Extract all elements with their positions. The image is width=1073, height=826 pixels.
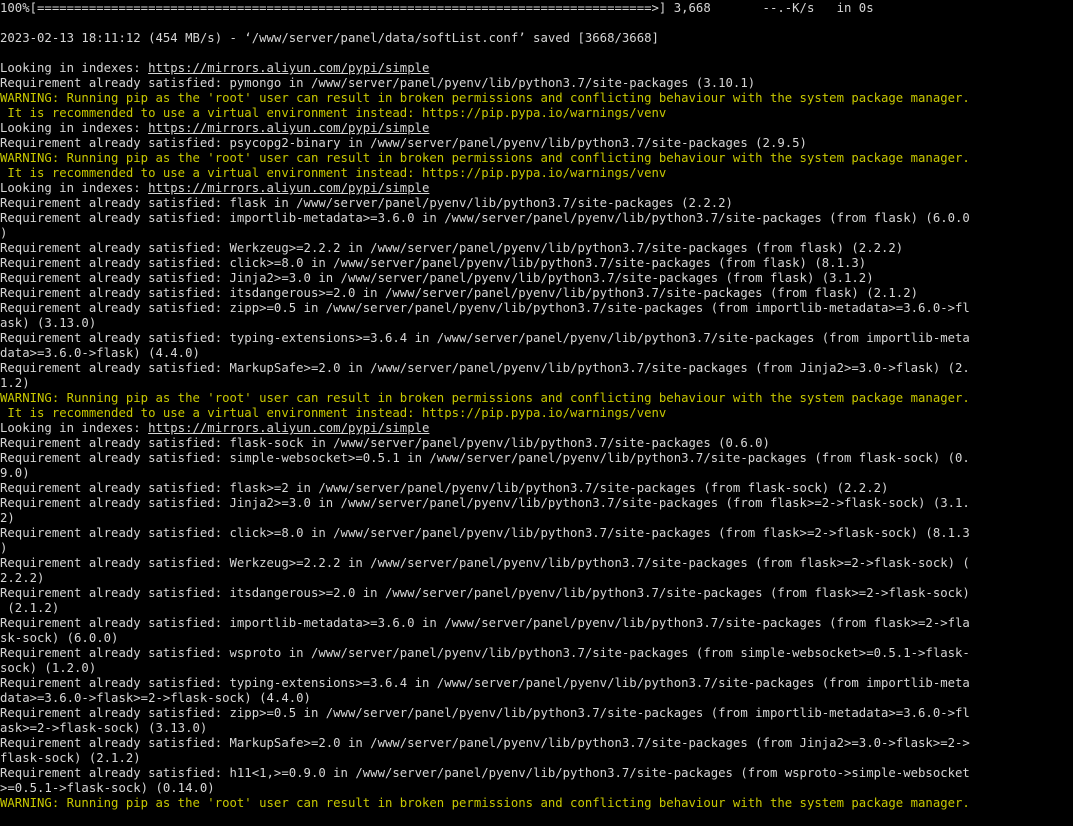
output-line: Requirement already satisfied: Jinja2>=3…	[0, 271, 874, 285]
output-line: (2.1.2)	[0, 601, 60, 615]
pip-warning-line: It is recommended to use a virtual envir…	[0, 406, 667, 420]
index-label: Looking in indexes:	[0, 421, 149, 435]
output-line: Requirement already satisfied: h11<1,>=0…	[0, 766, 970, 780]
index-url-line: Looking in indexes: https://mirrors.aliy…	[0, 61, 1073, 76]
output-line: Requirement already satisfied: importlib…	[0, 616, 970, 630]
output-line: Requirement already satisfied: wsproto i…	[0, 646, 970, 660]
pip-warning-line: WARNING: Running pip as the 'root' user …	[0, 796, 970, 810]
output-line: Requirement already satisfied: typing-ex…	[0, 676, 970, 690]
output-line: 100%[===================================…	[0, 1, 874, 15]
output-line: Requirement already satisfied: typing-ex…	[0, 331, 970, 345]
output-line: >=0.5.1->flask-sock) (0.14.0)	[0, 781, 215, 795]
terminal-output[interactable]: 100%[===================================…	[0, 0, 1073, 826]
pip-warning-line: WARNING: Running pip as the 'root' user …	[0, 91, 970, 105]
output-line: 2.2.2)	[0, 571, 45, 585]
output-line: )	[0, 541, 8, 555]
output-line: Requirement already satisfied: MarkupSaf…	[0, 361, 970, 375]
output-line: Requirement already satisfied: flask>=2 …	[0, 481, 889, 495]
output-line: Requirement already satisfied: Werkzeug>…	[0, 241, 904, 255]
index-url-link[interactable]: https://mirrors.aliyun.com/pypi/simple	[148, 121, 429, 135]
output-line: Requirement already satisfied: flask in …	[0, 196, 733, 210]
output-line: Requirement already satisfied: zipp>=0.5…	[0, 301, 970, 315]
pip-warning-line: WARNING: Running pip as the 'root' user …	[0, 151, 970, 165]
index-label: Looking in indexes:	[0, 121, 149, 135]
index-url-link[interactable]: https://mirrors.aliyun.com/pypi/simple	[148, 181, 429, 195]
index-url-line: Looking in indexes: https://mirrors.aliy…	[0, 421, 1073, 436]
output-line: sock) (1.2.0)	[0, 661, 97, 675]
output-line: Requirement already satisfied: pymongo i…	[0, 76, 756, 90]
output-line: Requirement already satisfied: psycopg2-…	[0, 136, 807, 150]
index-url-link[interactable]: https://mirrors.aliyun.com/pypi/simple	[148, 421, 429, 435]
output-line: )	[0, 226, 8, 240]
output-line: flask-sock) (2.1.2)	[0, 751, 141, 765]
output-line: 9.0)	[0, 466, 30, 480]
index-label: Looking in indexes:	[0, 181, 149, 195]
output-line: Requirement already satisfied: Jinja2>=3…	[0, 496, 970, 510]
output-line: Requirement already satisfied: importlib…	[0, 211, 970, 225]
index-url-line: Looking in indexes: https://mirrors.aliy…	[0, 121, 1073, 136]
output-line: 2023-02-13 18:11:12 (454 MB/s) - ‘/www/s…	[0, 31, 659, 45]
output-line: Requirement already satisfied: zipp>=0.5…	[0, 706, 970, 720]
output-line: data>=3.6.0->flask>=2->flask-sock) (4.4.…	[0, 691, 311, 705]
output-line: data>=3.6.0->flask) (4.4.0)	[0, 346, 200, 360]
output-line: Requirement already satisfied: itsdanger…	[0, 586, 970, 600]
output-line: 1.2)	[0, 376, 30, 390]
output-line: Requirement already satisfied: itsdanger…	[0, 286, 919, 300]
index-url-line: Looking in indexes: https://mirrors.aliy…	[0, 181, 1073, 196]
output-line: 2)	[0, 511, 15, 525]
output-line: sk-sock) (6.0.0)	[0, 631, 119, 645]
index-url-link[interactable]: https://mirrors.aliyun.com/pypi/simple	[148, 61, 429, 75]
pip-warning-line: It is recommended to use a virtual envir…	[0, 166, 667, 180]
output-line: Requirement already satisfied: click>=8.…	[0, 526, 970, 540]
output-line: ask) (3.13.0)	[0, 316, 97, 330]
index-label: Looking in indexes:	[0, 61, 149, 75]
output-line: ask>=2->flask-sock) (3.13.0)	[0, 721, 208, 735]
output-line: Requirement already satisfied: Werkzeug>…	[0, 556, 970, 570]
output-line: Requirement already satisfied: flask-soc…	[0, 436, 770, 450]
pip-warning-line: WARNING: Running pip as the 'root' user …	[0, 391, 970, 405]
pip-warning-line: It is recommended to use a virtual envir…	[0, 106, 667, 120]
output-line: Requirement already satisfied: MarkupSaf…	[0, 736, 970, 750]
output-line: Requirement already satisfied: click>=8.…	[0, 256, 867, 270]
output-line: Requirement already satisfied: simple-we…	[0, 451, 970, 465]
